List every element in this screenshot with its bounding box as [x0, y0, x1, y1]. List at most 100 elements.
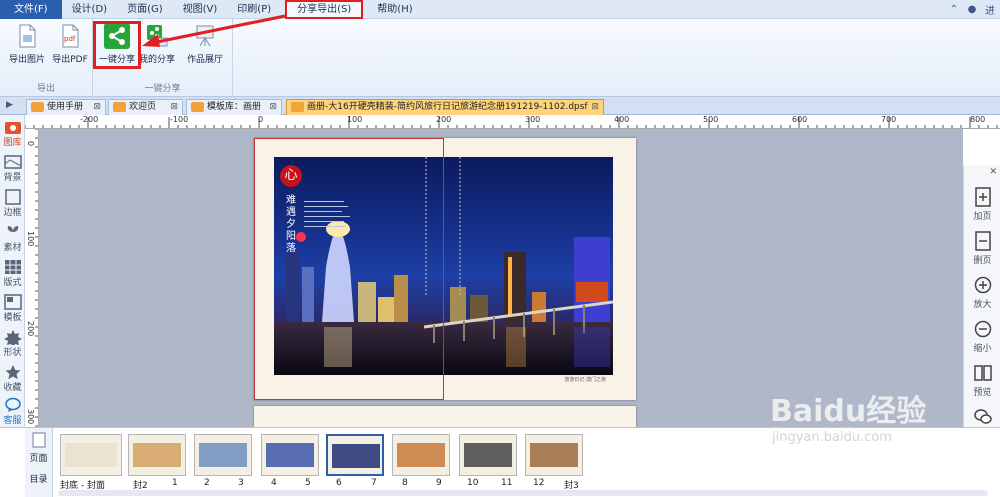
tool-background[interactable]: 背景	[0, 154, 25, 183]
ruler-label: 300	[525, 115, 541, 124]
page-thumbnail[interactable]	[60, 434, 122, 476]
svg-text:pdf: pdf	[64, 35, 76, 43]
thumbnail-label: 7	[371, 478, 377, 488]
tab-template-library[interactable]: 模板库：画册 ⊠	[186, 99, 282, 115]
close-icon[interactable]: ⊠	[269, 100, 277, 114]
close-icon[interactable]: ✕	[989, 167, 997, 177]
selected-page-outline[interactable]	[254, 138, 444, 400]
export-pdf-button[interactable]: pdf 导出PDF	[48, 23, 92, 65]
tab-template-library-label: 模板库：画册	[207, 102, 262, 112]
tool-favorites-label: 收藏	[3, 383, 22, 393]
page-icon	[32, 432, 45, 448]
thumbnail-label: 6	[336, 478, 342, 488]
tool-support[interactable]: 客服	[0, 397, 25, 426]
thumbnail-label: 3	[238, 478, 244, 488]
sidebar-toggle-icon[interactable]: ▶	[6, 100, 13, 110]
book-icon	[973, 365, 992, 381]
tab-pages[interactable]: 页面	[25, 451, 52, 464]
chevron-up-icon[interactable]: ⌃	[948, 4, 960, 16]
tool-template[interactable]: 模板	[0, 294, 25, 323]
tool-layout-label: 版式	[3, 278, 22, 288]
ruler-label: 100	[26, 231, 35, 247]
vertical-ruler: 0 100 200 300	[25, 129, 39, 427]
template-icon	[3, 294, 22, 310]
menu-right-label[interactable]: 进	[984, 4, 996, 17]
tool-layout[interactable]: 版式	[0, 259, 25, 288]
export-image-button[interactable]: 导出图片	[5, 23, 49, 65]
works-hall-label: 作品展厅	[186, 55, 223, 65]
design-canvas[interactable]: 心 难遇夕阳落 旅游日记·澳门之夜	[39, 129, 963, 427]
page-thumbnail[interactable]	[261, 434, 319, 476]
next-page-spread[interactable]	[254, 406, 636, 427]
menubar-right: ⌃ ● 进	[948, 0, 1000, 19]
zoom-in-icon	[974, 276, 991, 294]
tool-support-label: 客服	[3, 416, 22, 426]
page-thumbnail[interactable]	[194, 434, 252, 476]
thumbnail-label: 1	[172, 478, 178, 488]
zoom-out-icon	[974, 320, 991, 338]
tool-material-label: 素材	[3, 243, 22, 253]
page-spread[interactable]: 心 难遇夕阳落 旅游日记·澳门之夜	[254, 138, 636, 400]
thumbnail-label: 9	[436, 478, 442, 488]
ruler-label: 300	[26, 409, 35, 425]
ruler-label: 600	[792, 115, 808, 124]
menu-share-export[interactable]: 分享导出(S)	[285, 0, 364, 19]
ruler-label: 500	[703, 115, 719, 124]
ruler-label: -100	[170, 115, 189, 124]
tool-border[interactable]: 边框	[0, 189, 25, 218]
page-caption: 旅游日记·澳门之夜	[564, 377, 606, 383]
thumbnail-image	[397, 443, 445, 467]
page-thumbnail[interactable]	[128, 434, 186, 476]
tab-current-document[interactable]: 画册-大16开硬壳精装-简约风旅行日记旅游纪念册191219-1102.dpsf…	[286, 99, 604, 115]
tab-catalog[interactable]: 目录	[25, 472, 52, 485]
close-icon[interactable]: ⊠	[591, 100, 599, 114]
page-thumbnail[interactable]	[459, 434, 517, 476]
menu-design[interactable]: 设计(D)	[62, 0, 118, 19]
add-page-button[interactable]: 加页	[964, 187, 1000, 222]
tab-welcome[interactable]: 欢迎页 ⊠	[108, 99, 183, 115]
menu-help[interactable]: 帮助(H)	[367, 0, 422, 19]
delete-page-button[interactable]: 删页	[964, 231, 1000, 266]
tool-template-label: 模板	[3, 313, 22, 323]
left-toolbar: 图库 背景 边框 素材 版式 模板 形状 收藏 客服	[0, 115, 25, 427]
ruler-label: 200	[26, 321, 35, 337]
close-icon[interactable]: ⊠	[170, 100, 178, 114]
zoom-out-button[interactable]: 缩小	[964, 319, 1000, 354]
tool-material[interactable]: 素材	[0, 224, 25, 253]
thumbnail-label: 4	[271, 478, 277, 488]
thumbnail-scrollbar[interactable]	[58, 490, 988, 496]
gallery-icon	[4, 122, 21, 134]
ribbon: 导出图片 pdf 导出PDF 导出 一键分享 我的分享 作品展厅 一键分享	[0, 14, 1000, 97]
thumbnail-side-tabs: 页面 目录	[25, 428, 53, 497]
thumbnail-label: 8	[402, 478, 408, 488]
tool-gallery[interactable]: 图库	[0, 119, 25, 148]
watermark-brand: Baidu经验	[770, 394, 927, 429]
right-panel: ✕ 加页 删页 放大 缩小 预览 分享	[963, 165, 1000, 455]
thumbnail-label: 5	[305, 478, 311, 488]
zoom-out-label: 缩小	[973, 344, 992, 354]
tab-manual[interactable]: 使用手册 ⊠	[26, 99, 106, 115]
background-icon	[3, 155, 22, 169]
grid-icon	[4, 260, 21, 274]
ruler-label: 800	[970, 115, 986, 124]
menu-file[interactable]: 文件(F)	[0, 0, 62, 19]
thumbnail-image	[65, 443, 117, 467]
document-icon	[291, 102, 304, 112]
add-page-icon	[974, 187, 991, 207]
ribbon-group-export: 导出图片 pdf 导出PDF 导出	[0, 19, 93, 97]
close-icon[interactable]: ⊠	[93, 100, 101, 114]
tab-current-document-label: 画册-大16开硬壳精装-简约风旅行日记旅游纪念册191219-1102.dpsf	[307, 102, 588, 112]
preview-button[interactable]: 预览	[964, 363, 1000, 398]
user-icon[interactable]: ●	[966, 4, 978, 16]
image-file-icon	[19, 24, 36, 48]
page-thumbnail[interactable]	[392, 434, 450, 476]
tool-shape[interactable]: 形状	[0, 329, 25, 358]
page-thumbnail[interactable]	[525, 434, 583, 476]
tool-favorites[interactable]: 收藏	[0, 364, 25, 393]
page-thumbnail[interactable]	[326, 434, 384, 476]
thumbnail-label: 12	[533, 478, 545, 488]
zoom-in-label: 放大	[973, 300, 992, 310]
watermark-url: jingyan.baidu.com	[772, 430, 892, 445]
zoom-in-button[interactable]: 放大	[964, 275, 1000, 310]
wechat-icon	[973, 409, 992, 424]
